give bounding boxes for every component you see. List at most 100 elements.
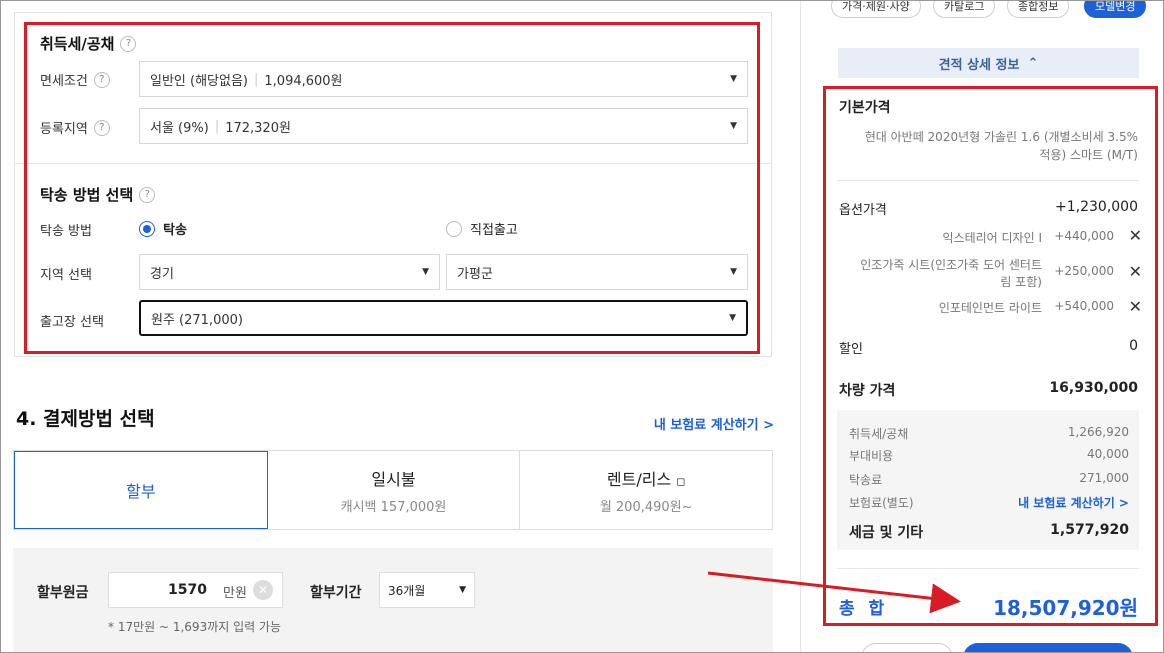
- external-window-icon: ◻: [676, 474, 686, 488]
- option-price: +540,000: [1054, 299, 1114, 313]
- discount-label: 할인: [839, 342, 863, 357]
- tax-section-title: 취득세/공채 ?: [40, 33, 137, 54]
- period-select[interactable]: 36개월 ▼: [379, 572, 475, 608]
- fee-label: 부대비용: [849, 449, 894, 463]
- region-label: 등록지역 ?: [40, 118, 110, 137]
- caret-down-icon: ▼: [729, 313, 736, 323]
- help-icon[interactable]: ?: [93, 119, 110, 136]
- insurance-calc-link[interactable]: 내 보험료 계산하기 >: [1018, 494, 1129, 511]
- car-price-label: 차량 가격: [839, 383, 896, 399]
- province-select[interactable]: 경기 ▼: [139, 254, 440, 290]
- caret-down-icon: ▼: [459, 585, 466, 595]
- tab-lump-sum-sub: 캐시백 157,000원: [340, 499, 447, 515]
- radio-pickup-label: 직접출고: [470, 223, 518, 238]
- clear-icon[interactable]: ✕: [253, 580, 273, 600]
- chip-specs[interactable]: 가격·제원·사양: [831, 0, 921, 18]
- base-desc-line2: 적용) 스마트 (M/T): [1039, 148, 1138, 162]
- principal-note: * 17만원 ~ 1,693까지 입력 가능: [108, 620, 282, 634]
- tab-lump-sum[interactable]: 일시불 캐시백 157,000원: [268, 451, 521, 529]
- caret-down-icon: ▼: [730, 121, 737, 131]
- divider-bar: |: [214, 118, 220, 134]
- car-price-value: 16,930,000: [1049, 380, 1138, 396]
- region-label-text: 등록지역: [40, 122, 88, 137]
- region-amount: 172,320원: [225, 120, 291, 136]
- fee-label: 보험료(별도): [849, 496, 914, 510]
- remove-option-icon[interactable]: ✕: [1129, 226, 1142, 245]
- option-name-line2: 림 포함): [1000, 275, 1042, 289]
- fee-label: 취득세/공채: [849, 427, 909, 441]
- period-label: 할부기간: [310, 585, 362, 601]
- help-icon[interactable]: ?: [120, 35, 137, 52]
- fee-value: 40,000: [1087, 447, 1129, 461]
- installment-form: 할부원금 1570 만원 ✕ 할부기간 36개월 ▼ * 17만원 ~ 1,69…: [13, 548, 773, 653]
- fee-label: 탁송료: [849, 473, 883, 487]
- period-value: 36개월: [388, 583, 426, 598]
- option-price: +250,000: [1054, 264, 1114, 278]
- base-price-title: 기본가격: [839, 100, 891, 116]
- factory-label: 출고장 선택: [40, 315, 104, 330]
- help-icon[interactable]: ?: [139, 186, 156, 203]
- tax-total-value: 1,577,920: [1050, 522, 1129, 538]
- exemption-amount: 1,094,600원: [264, 73, 343, 89]
- exemption-value: 일반인 (해당없음): [150, 73, 248, 89]
- help-icon[interactable]: ?: [93, 71, 110, 88]
- detail-toggle-button[interactable]: 견적 상세 정보 ⌃: [838, 48, 1139, 78]
- bottom-primary-button[interactable]: [963, 643, 1133, 653]
- discount-value: 0: [1129, 338, 1138, 354]
- payment-section-title: 4. 결제방법 선택: [16, 408, 155, 430]
- option-name-line1: 인조가죽 시트(인조가죽 도어 센터트: [860, 258, 1042, 272]
- option-price-label: 옵션가격: [839, 203, 887, 218]
- remove-option-icon[interactable]: ✕: [1129, 297, 1142, 316]
- summary-divider: [837, 568, 1139, 569]
- option-name: 인포테인먼트 라이트: [938, 301, 1042, 315]
- delivery-method-label: 탁송 방법: [40, 224, 92, 239]
- summary-divider: [837, 180, 1139, 181]
- radio-delivery[interactable]: 탁송: [139, 219, 187, 238]
- fees-box: 취득세/공채 1,266,920 부대비용 40,000 탁송료 271,000…: [837, 410, 1139, 550]
- principal-value: 1570: [168, 582, 207, 598]
- tab-installment[interactable]: 할부: [14, 451, 268, 529]
- section-divider: [15, 163, 771, 164]
- option-price-total: +1,230,000: [1055, 199, 1138, 215]
- exemption-select[interactable]: 일반인 (해당없음) | 1,094,600원 ▼: [139, 61, 748, 97]
- fee-value: 1,266,920: [1067, 425, 1129, 439]
- remove-option-icon[interactable]: ✕: [1129, 262, 1142, 281]
- delivery-title-text: 탁송 방법 선택: [40, 186, 134, 204]
- chevron-up-icon: ⌃: [1027, 55, 1039, 71]
- bottom-secondary-button[interactable]: [861, 643, 953, 653]
- factory-select[interactable]: 원주 (271,000) ▼: [139, 300, 748, 336]
- tab-installment-label: 할부: [126, 482, 156, 501]
- principal-label: 할부원금: [37, 585, 89, 601]
- insurance-calc-link[interactable]: 내 보험료 계산하기 >: [654, 414, 774, 433]
- quote-form-panel: 취득세/공채 ? 면세조건 ? 일반인 (해당없음) | 1,094,600원 …: [0, 0, 800, 653]
- region-select[interactable]: 서울 (9%) | 172,320원 ▼: [139, 108, 748, 144]
- quote-summary-panel: 가격·제원·사양 카탈로그 종합정보 모델변경 견적 상세 정보 ⌃ 기본가격 …: [800, 0, 1164, 653]
- tax-title-text: 취득세/공채: [40, 35, 115, 53]
- option-name: 익스테리어 디자인 I: [942, 231, 1043, 245]
- total-label: 총 합: [839, 599, 889, 619]
- radio-selected-icon: [139, 220, 155, 237]
- area-label: 지역 선택: [40, 268, 92, 283]
- radio-unselected-icon: [446, 220, 462, 237]
- exemption-label-text: 면세조건: [40, 74, 88, 89]
- option-price: +440,000: [1054, 229, 1114, 243]
- region-value: 서울 (9%): [150, 120, 209, 136]
- city-value: 가평군: [457, 266, 493, 282]
- tab-lump-sum-label: 일시불: [371, 469, 416, 489]
- detail-toggle-label: 견적 상세 정보: [938, 57, 1020, 73]
- chip-catalog[interactable]: 카탈로그: [933, 0, 996, 18]
- tab-rent-lease-sub: 월 200,490원~: [599, 499, 693, 515]
- principal-unit: 만원: [223, 586, 247, 601]
- divider-bar: |: [254, 71, 259, 87]
- radio-delivery-label: 탁송: [163, 223, 187, 238]
- radio-pickup[interactable]: 직접출고: [446, 219, 518, 238]
- tab-rent-lease-label: 렌트/리스 ◻: [607, 466, 686, 490]
- tab-rent-lease[interactable]: 렌트/리스 ◻ 월 200,490원~: [520, 451, 772, 529]
- chip-overview[interactable]: 종합정보: [1007, 0, 1070, 18]
- fee-value: 271,000: [1079, 471, 1129, 485]
- chip-model-change[interactable]: 모델변경: [1084, 0, 1147, 18]
- caret-down-icon: ▼: [422, 267, 429, 277]
- tab-rent-lease-text: 렌트/리스: [606, 469, 672, 489]
- city-select[interactable]: 가평군 ▼: [446, 254, 748, 290]
- delivery-section-title: 탁송 방법 선택 ?: [40, 184, 156, 205]
